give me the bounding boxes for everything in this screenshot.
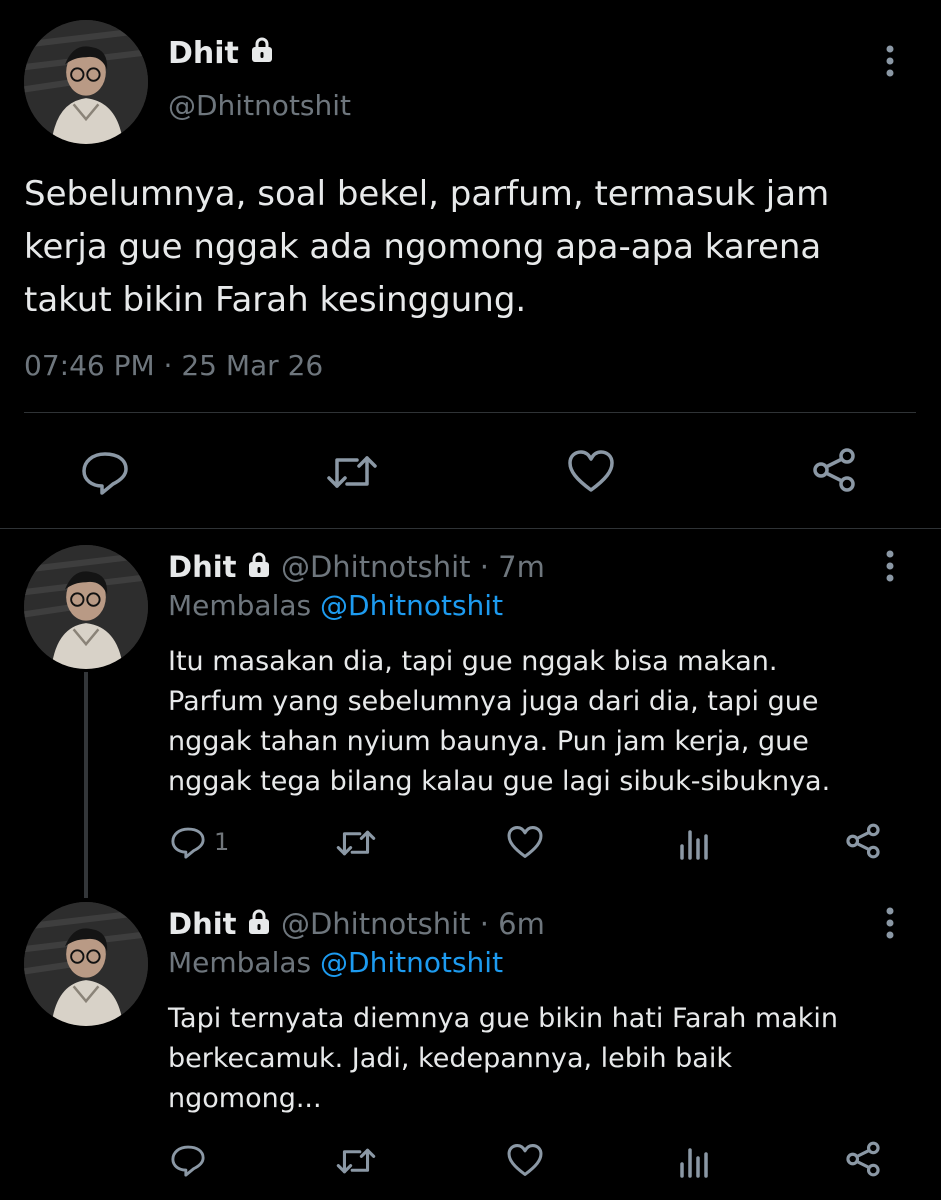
display-name[interactable]: Dhit	[168, 907, 237, 941]
replying-prefix: Membalas	[168, 946, 312, 979]
like-icon[interactable]	[506, 1142, 544, 1178]
tweet-text-line: nggak tega bilang kalau gue lagi sibuk-s…	[168, 766, 831, 797]
tweet-text: Itu masakan dia, tapi gue nggak bisa mak…	[168, 642, 830, 802]
tweet-timestamp[interactable]: 07:46 PM · 25 Mar 26	[24, 348, 323, 384]
reply-icon[interactable]	[170, 824, 206, 860]
tweet-text-line: Parfum yang sebelumnya juga dari dia, ta…	[168, 686, 819, 717]
share-icon[interactable]	[810, 446, 858, 494]
profile-photo	[24, 545, 148, 669]
reply-icon[interactable]	[170, 1142, 206, 1178]
avatar[interactable]	[24, 20, 148, 144]
lock-icon	[246, 908, 272, 944]
retweet-icon[interactable]	[336, 1144, 376, 1178]
profile-photo	[24, 20, 148, 144]
more-vertical-icon[interactable]	[880, 42, 900, 82]
replying-to-link[interactable]: @Dhitnotshit	[320, 946, 503, 979]
tweet-text-line: kerja gue nggak ada ngomong apa-apa kare…	[24, 227, 822, 267]
tweet-text-line: takut bikin Farah kesinggung.	[24, 280, 527, 320]
tweet-header: Dhit @Dhitnotshit · 7m	[168, 549, 545, 587]
tweet-time[interactable]: · 7m	[480, 550, 545, 584]
tweet-text: Tapi ternyata diemnya gue bikin hati Far…	[168, 999, 838, 1119]
replying-to-link[interactable]: @Dhitnotshit	[320, 589, 503, 622]
tweet-time[interactable]: · 6m	[480, 907, 545, 941]
more-vertical-icon[interactable]	[880, 904, 900, 944]
display-name[interactable]: Dhit	[168, 36, 275, 73]
replying-prefix: Membalas	[168, 589, 312, 622]
profile-photo	[24, 902, 148, 1026]
lock-icon	[246, 551, 272, 587]
avatar[interactable]	[24, 545, 148, 669]
divider	[0, 528, 941, 529]
like-icon[interactable]	[566, 448, 616, 494]
avatar[interactable]	[24, 902, 148, 1026]
tweet-text: Sebelumnya, soal bekel, parfum, termasuk…	[24, 168, 829, 327]
tweet-header: Dhit @Dhitnotshit · 6m	[168, 906, 545, 944]
lock-icon	[249, 36, 275, 73]
analytics-icon[interactable]	[678, 1142, 710, 1178]
more-vertical-icon[interactable]	[880, 547, 900, 587]
share-icon[interactable]	[844, 822, 882, 860]
tweet-text-line: Sebelumnya, soal bekel, parfum, termasuk…	[24, 174, 830, 214]
retweet-icon[interactable]	[326, 450, 378, 494]
share-icon[interactable]	[844, 1140, 882, 1178]
reply-count: 1	[214, 828, 230, 856]
replying-to: Membalas @Dhitnotshit	[168, 945, 503, 981]
thread-connector-line	[84, 672, 88, 898]
reply-icon[interactable]	[80, 448, 130, 496]
replying-to: Membalas @Dhitnotshit	[168, 588, 503, 624]
divider	[24, 412, 916, 413]
tweet-text-line: ngomong...	[168, 1083, 322, 1114]
analytics-icon[interactable]	[678, 824, 710, 860]
tweet-text-line: Itu masakan dia, tapi gue nggak bisa mak…	[168, 646, 778, 677]
handle[interactable]: @Dhitnotshit	[281, 550, 471, 584]
display-name[interactable]: Dhit	[168, 550, 237, 584]
display-name-text: Dhit	[168, 36, 239, 71]
tweet-text-line: Tapi ternyata diemnya gue bikin hati Far…	[168, 1003, 839, 1034]
tweet-text-line: berkecamuk. Jadi, kedepannya, lebih baik	[168, 1043, 732, 1074]
tweet-text-line: nggak tahan nyium baunya. Pun jam kerja,…	[168, 726, 809, 757]
handle[interactable]: @Dhitnotshit	[281, 907, 471, 941]
like-icon[interactable]	[506, 824, 544, 860]
retweet-icon[interactable]	[336, 826, 376, 860]
handle[interactable]: @Dhitnotshit	[168, 88, 351, 124]
